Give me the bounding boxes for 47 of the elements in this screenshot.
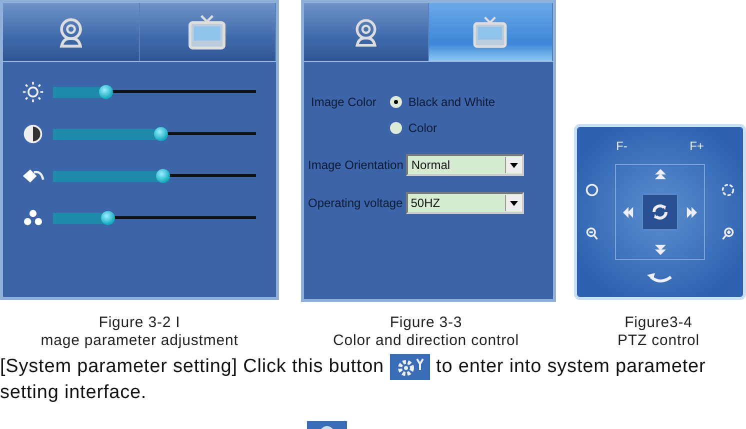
brightness-icon bbox=[21, 81, 45, 103]
radio-button[interactable] bbox=[390, 96, 402, 108]
left-arrow-icon[interactable] bbox=[623, 206, 634, 218]
field-label: Image Color bbox=[311, 94, 376, 111]
dropdown[interactable]: 50HZ bbox=[406, 192, 524, 214]
zoom-out-icon[interactable] bbox=[585, 227, 599, 241]
slider-thumb[interactable] bbox=[156, 169, 170, 183]
tv-icon bbox=[472, 15, 508, 49]
iris-close-icon[interactable] bbox=[585, 183, 599, 197]
radio-label: Color bbox=[408, 121, 438, 135]
field-label: Image Orientation bbox=[308, 157, 404, 174]
auto-rotate-button[interactable] bbox=[642, 194, 678, 230]
slider-thumb[interactable] bbox=[98, 85, 113, 99]
radio-button[interactable] bbox=[390, 122, 402, 134]
body-text: [System parameter setting] Click this button bbox=[0, 355, 384, 379]
gear-button-icon bbox=[390, 354, 430, 380]
contrast-icon bbox=[21, 123, 45, 145]
radio-label: Black and White bbox=[408, 95, 496, 109]
up-arrow-icon[interactable] bbox=[654, 169, 666, 180]
saturation-icon bbox=[21, 209, 45, 227]
field-label: Operating voltage bbox=[308, 195, 403, 212]
slider[interactable] bbox=[53, 169, 256, 183]
figure-caption: Figure 3-3 bbox=[390, 314, 462, 332]
focus-button[interactable]: F- bbox=[610, 137, 634, 155]
down-arrow-icon[interactable] bbox=[654, 244, 666, 255]
iris-open-icon[interactable] bbox=[721, 183, 735, 197]
figure-caption: PTZ control bbox=[618, 332, 700, 350]
slider-thumb[interactable] bbox=[154, 127, 168, 141]
figure-caption: Figure 3-2 I bbox=[98, 314, 180, 332]
right-arrow-icon[interactable] bbox=[686, 206, 697, 218]
slider[interactable] bbox=[53, 127, 256, 141]
dropdown[interactable]: Normal bbox=[406, 154, 524, 176]
zoom-in-icon[interactable] bbox=[721, 227, 735, 241]
refresh-icon bbox=[650, 202, 670, 222]
slider-thumb[interactable] bbox=[100, 211, 115, 225]
toolbar-icon bbox=[307, 421, 347, 429]
figure-caption: mage parameter adjustment bbox=[40, 332, 238, 350]
figure-caption: Color and direction control bbox=[333, 332, 519, 350]
focus-button[interactable]: F+ bbox=[684, 137, 710, 155]
return-arrow-icon[interactable] bbox=[647, 271, 673, 285]
tv-icon bbox=[187, 14, 228, 50]
body-text: setting interface. bbox=[0, 381, 147, 405]
panel-tab[interactable] bbox=[428, 3, 553, 61]
figure-caption: Figure3-4 bbox=[624, 314, 692, 332]
body-text: to enter into system parameter bbox=[436, 355, 706, 379]
slider[interactable] bbox=[53, 85, 256, 99]
slider[interactable] bbox=[53, 211, 256, 225]
